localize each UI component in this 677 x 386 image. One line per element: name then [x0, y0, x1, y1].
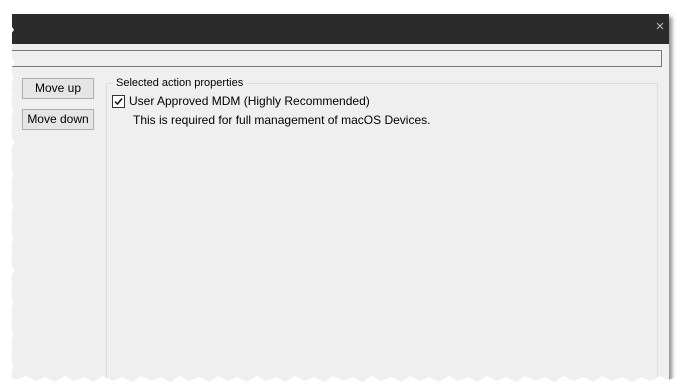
- torn-edge-decoration: [0, 14, 677, 386]
